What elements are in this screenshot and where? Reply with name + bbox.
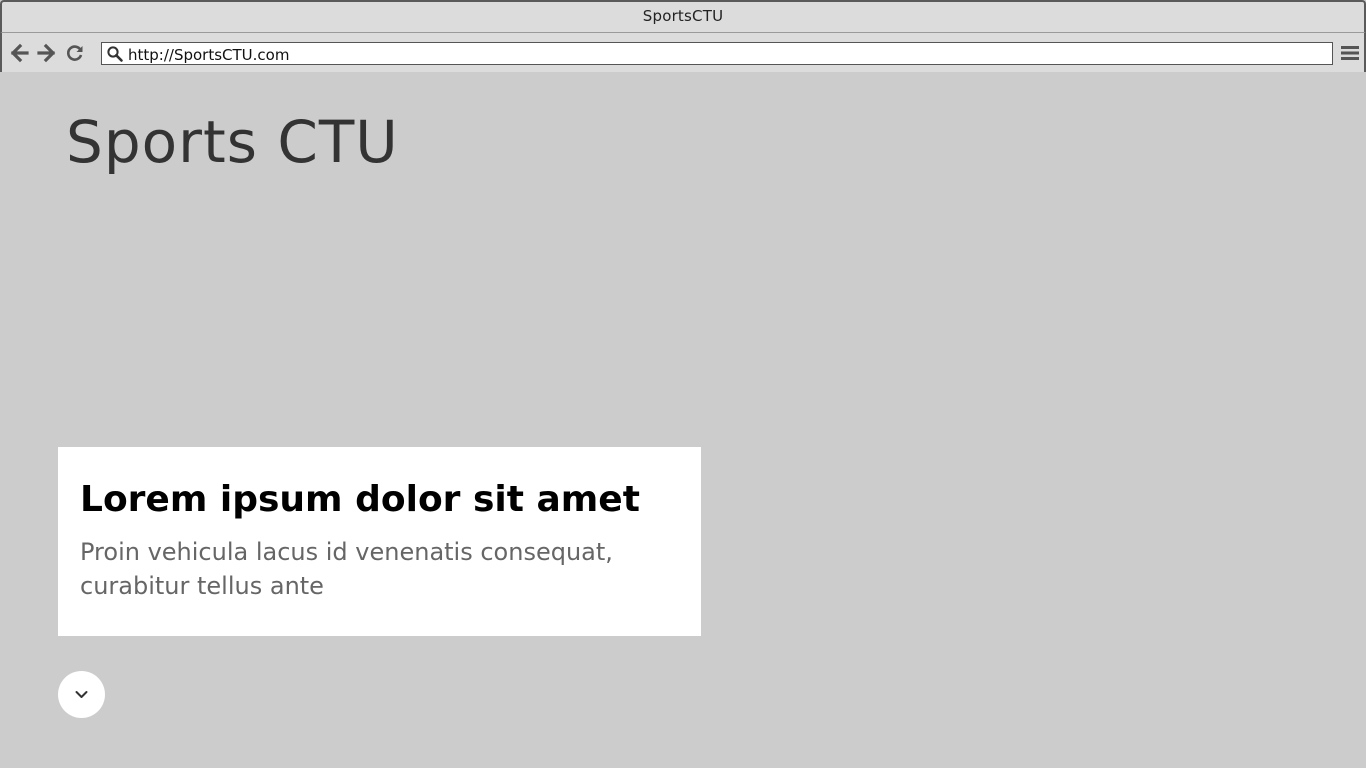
hero-card: Lorem ipsum dolor sit amet Proin vehicul… — [58, 447, 701, 636]
site-title: Sports CTU — [66, 108, 399, 176]
search-icon — [107, 46, 123, 62]
reload-button[interactable] — [65, 43, 85, 63]
menu-button[interactable] — [1340, 44, 1360, 62]
forward-button[interactable] — [36, 43, 56, 63]
page-content: Sports CTU Lorem ipsum dolor sit amet Pr… — [0, 72, 1366, 768]
browser-toolbar: http://SportsCTU.com — [0, 33, 1366, 72]
hero-heading: Lorem ipsum dolor sit amet — [80, 479, 640, 520]
scroll-down-button[interactable] — [58, 671, 105, 718]
chevron-down-icon — [75, 691, 88, 698]
window-title: SportsCTU — [642, 7, 724, 25]
reload-icon — [67, 45, 83, 61]
back-button[interactable] — [10, 43, 30, 63]
hamburger-menu-icon — [1341, 46, 1359, 60]
address-bar[interactable]: http://SportsCTU.com — [101, 42, 1333, 65]
window-titlebar: SportsCTU — [0, 0, 1366, 33]
arrow-right-icon — [37, 43, 56, 63]
address-url: http://SportsCTU.com — [128, 46, 290, 64]
arrow-left-icon — [10, 43, 29, 63]
hero-text: Proin vehicula lacus id venenatis conseq… — [80, 538, 613, 600]
browser-window: SportsCTU http://SportsCTU.com Sports CT… — [0, 0, 1366, 768]
